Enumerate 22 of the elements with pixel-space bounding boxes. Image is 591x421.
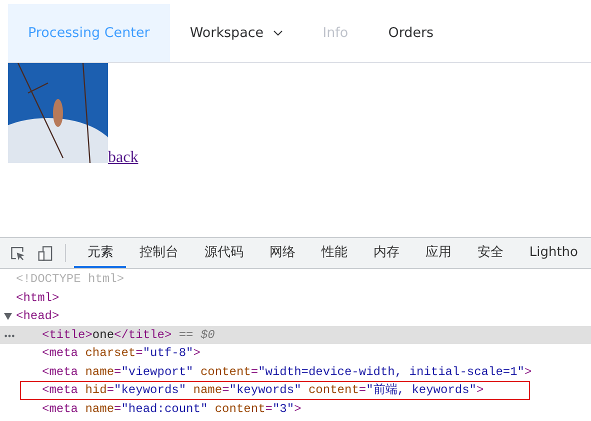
devtools-tab[interactable]: 网络 (256, 238, 308, 268)
back-link[interactable]: back (108, 150, 138, 166)
menu-item[interactable]: Orders (368, 4, 454, 62)
devtools-tab[interactable]: 控制台 (126, 238, 192, 268)
expand-triangle-icon[interactable] (4, 312, 12, 320)
devtools-tab[interactable]: 内存 (360, 238, 412, 268)
devtools-tab[interactable]: Lightho (516, 238, 591, 268)
device-toggle-icon[interactable] (38, 244, 54, 262)
devtools-tab[interactable]: 元素 (74, 238, 126, 268)
code-line[interactable]: <meta hid="keywords" name="keywords" content="前端, keywords"> (42, 381, 484, 400)
devtools-tab[interactable]: 应用 (412, 238, 464, 268)
menu-item[interactable]: Workspace (170, 4, 303, 62)
code-line[interactable]: <meta name="viewport" content="width=device-width, initial-scale=1"> (42, 362, 532, 381)
code-line[interactable]: <meta charset="utf-8"> (42, 344, 200, 362)
inspect-icon[interactable] (10, 244, 26, 262)
code-line[interactable]: <meta name="head:count" content="3"> (42, 400, 302, 418)
code-line[interactable]: <head> (16, 307, 60, 326)
devtools-tab[interactable]: 安全 (464, 238, 516, 268)
devtools-tab[interactable]: 性能 (308, 238, 360, 268)
devtools-tab[interactable]: 源代码 (191, 238, 256, 268)
code-line[interactable]: <html> (16, 288, 60, 307)
more-icon[interactable] (4, 334, 15, 338)
